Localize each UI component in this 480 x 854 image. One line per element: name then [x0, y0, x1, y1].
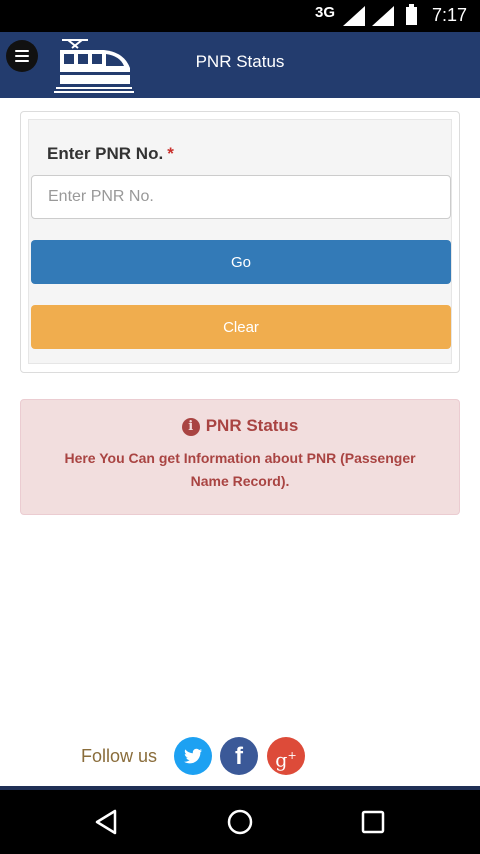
twitter-icon[interactable]	[174, 737, 212, 775]
signal-icon	[372, 6, 394, 26]
clear-button[interactable]: Clear	[31, 305, 451, 349]
signal-icon	[343, 6, 365, 26]
info-icon: i	[181, 418, 200, 436]
network-type: 3G	[315, 4, 336, 21]
battery-icon	[406, 4, 417, 25]
go-button[interactable]: Go	[31, 240, 451, 284]
pnr-label: Enter PNR No. *	[47, 144, 174, 164]
screen: 3G 7:17 PNR Status Enter PNR No. * Enter…	[0, 0, 480, 854]
status-bar: 3G 7:17	[0, 0, 480, 32]
pnr-form: Enter PNR No.* Go Clear	[28, 119, 452, 364]
google-plus-icon[interactable]: g+	[267, 737, 305, 775]
facebook-icon[interactable]: f	[220, 737, 258, 775]
follow-us: Follow us f g+	[0, 735, 480, 779]
info-alert: i PNR Status Here You Can get Information…	[20, 399, 460, 515]
pnr-input[interactable]	[31, 175, 451, 219]
required-marker: *	[167, 144, 174, 163]
app-bar: PNR Status	[0, 32, 480, 98]
navigation-bar	[0, 790, 480, 854]
alert-title-text: PNR Status	[205, 416, 299, 435]
pnr-form-card: Enter PNR No.* Go Clear	[20, 111, 460, 373]
pnr-label-text: Enter PNR No.	[47, 144, 164, 163]
back-icon[interactable]	[93, 808, 121, 836]
page-title: PNR Status	[195, 52, 285, 71]
home-icon[interactable]	[226, 808, 254, 836]
recent-apps-icon[interactable]	[359, 808, 387, 836]
alert-title: i PNR Status	[21, 416, 459, 436]
follow-us-label: Follow us	[81, 746, 158, 766]
alert-text: Here You Can get Information about PNR (…	[64, 450, 416, 489]
clock: 7:17	[432, 5, 468, 25]
